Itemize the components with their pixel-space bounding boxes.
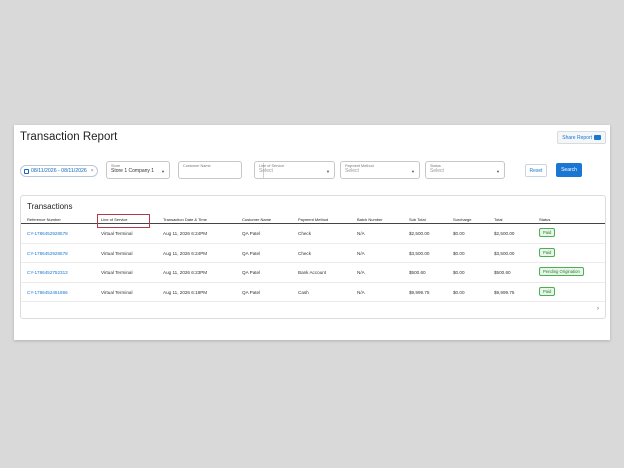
surcharge-cell: $0.00 xyxy=(453,289,465,295)
status-badge: Paid xyxy=(539,247,556,257)
date-range-chip[interactable]: 08/11/2026 - 08/11/2026 × xyxy=(20,165,98,177)
batch-cell: N/A xyxy=(357,231,365,236)
transaction-report-panel: Transaction Report Share Report 08/11/20… xyxy=(14,125,610,340)
payment-method-select[interactable]: Payment Method Select ▼ xyxy=(340,161,420,179)
chevron-down-icon: ▼ xyxy=(411,169,415,174)
batch-cell: N/A xyxy=(357,270,365,275)
status-select[interactable]: Status Select ▼ xyxy=(425,161,505,179)
chevron-right-icon[interactable]: › xyxy=(597,306,599,312)
customer-name-field[interactable]: Customer Name xyxy=(178,161,242,179)
surcharge-cell: $0.00 xyxy=(453,250,465,256)
column-header[interactable]: Line of Service xyxy=(101,217,127,222)
total-cell: $9,999.75 xyxy=(494,289,515,295)
status-badge: Paid xyxy=(539,228,556,237)
payment-method-cell: Check xyxy=(298,231,312,236)
chevron-down-icon: ▼ xyxy=(161,169,165,174)
table-row[interactable]: CY-1786452461866 Virtual Terminal Aug 11… xyxy=(21,283,605,302)
reference-link[interactable]: CY-1786452928578 xyxy=(27,251,68,256)
store-value: Store 1 Company 1 xyxy=(111,168,155,174)
line-of-service-cell: Virtual Terminal xyxy=(101,231,133,236)
line-of-service-cell: Virtual Terminal xyxy=(101,250,133,256)
column-header[interactable]: Status xyxy=(539,217,550,222)
transactions-table: Reference Number Line of Service Transac… xyxy=(21,214,605,302)
reference-link[interactable]: CY-1786452752313 xyxy=(27,270,68,275)
surcharge-cell: $0.00 xyxy=(453,231,465,236)
total-cell: $2,500.00 xyxy=(494,231,515,236)
customer-cell: QA Patel xyxy=(242,270,261,275)
customer-cell: QA Patel xyxy=(242,231,261,236)
surcharge-cell: $0.00 xyxy=(453,270,465,275)
reference-link[interactable]: CY-1786452461866 xyxy=(27,290,68,295)
status-placeholder: Select xyxy=(430,168,444,174)
line-of-service-select[interactable]: Line of Service Select ▼ xyxy=(254,161,335,179)
column-header[interactable]: Transaction Date & Time xyxy=(163,217,207,222)
chevron-down-icon: ▼ xyxy=(496,169,500,174)
mail-icon xyxy=(594,135,601,140)
line-of-service-cell: Virtual Terminal xyxy=(101,289,133,295)
datetime-cell: Aug 11, 2026 6:24PM xyxy=(163,231,208,236)
table-row[interactable]: CY-1786452928578 Virtual Terminal Aug 11… xyxy=(21,244,605,263)
filter-bar: 08/11/2026 - 08/11/2026 × Store Store 1 … xyxy=(20,161,604,181)
payment-method-cell: Cash xyxy=(298,289,309,295)
column-header[interactable]: Payment Method xyxy=(298,217,328,222)
table-header: Reference Number Line of Service Transac… xyxy=(21,214,605,228)
share-report-button[interactable]: Share Report xyxy=(557,131,606,144)
status-badge: Pending Origination xyxy=(539,267,584,276)
table-row[interactable]: CY-1786452752313 Virtual Terminal Aug 11… xyxy=(21,263,605,283)
page-title: Transaction Report xyxy=(20,131,118,143)
store-select[interactable]: Store Store 1 Company 1 ▼ xyxy=(106,161,170,179)
payment-method-cell: Check xyxy=(298,250,312,256)
payment-method-placeholder: Select xyxy=(345,168,359,174)
customer-name-label: Customer Name xyxy=(183,164,211,168)
transactions-title: Transactions xyxy=(27,202,73,211)
line-of-service-placeholder: Select xyxy=(259,168,273,174)
payment-method-cell: Bank Account xyxy=(298,270,327,275)
share-report-label: Share Report xyxy=(562,134,592,141)
datetime-cell: Aug 11, 2026 6:24PM xyxy=(163,250,208,256)
subtotal-cell: $2,500.00 xyxy=(409,231,430,236)
total-cell: $500.60 xyxy=(494,270,511,275)
column-header[interactable]: Reference Number xyxy=(27,217,61,222)
column-header[interactable]: Batch Number xyxy=(357,217,383,222)
column-header[interactable]: Surcharge xyxy=(453,217,471,222)
reset-button[interactable]: Reset xyxy=(525,164,547,177)
chevron-down-icon: ▼ xyxy=(326,169,330,174)
datetime-cell: Aug 11, 2026 6:18PM xyxy=(163,289,208,295)
customer-cell: QA Patel xyxy=(242,250,261,256)
batch-cell: N/A xyxy=(357,289,365,295)
table-row[interactable]: CY-1786452928578 Virtual Terminal Aug 11… xyxy=(21,224,605,244)
customer-cell: QA Patel xyxy=(242,289,261,295)
transactions-card: Transactions Reference Number Line of Se… xyxy=(20,195,606,319)
search-button[interactable]: Search xyxy=(556,163,582,177)
subtotal-cell: $9,999.75 xyxy=(409,289,430,295)
datetime-cell: Aug 11, 2026 6:23PM xyxy=(163,270,208,275)
batch-cell: N/A xyxy=(357,250,365,256)
subtotal-cell: $3,500.00 xyxy=(409,250,430,256)
status-badge: Paid xyxy=(539,286,556,296)
total-cell: $3,500.00 xyxy=(494,250,515,256)
column-header[interactable]: Total xyxy=(494,217,502,222)
reference-link[interactable]: CY-1786452928578 xyxy=(27,231,68,236)
calendar-icon xyxy=(24,168,29,174)
date-range-value: 08/11/2026 - 08/11/2026 xyxy=(31,168,87,174)
column-header[interactable]: Sub Total xyxy=(409,217,426,222)
subtotal-cell: $500.60 xyxy=(409,270,426,275)
column-header[interactable]: Customer Name xyxy=(242,217,271,222)
close-icon[interactable]: × xyxy=(91,168,94,174)
line-of-service-cell: Virtual Terminal xyxy=(101,270,133,275)
